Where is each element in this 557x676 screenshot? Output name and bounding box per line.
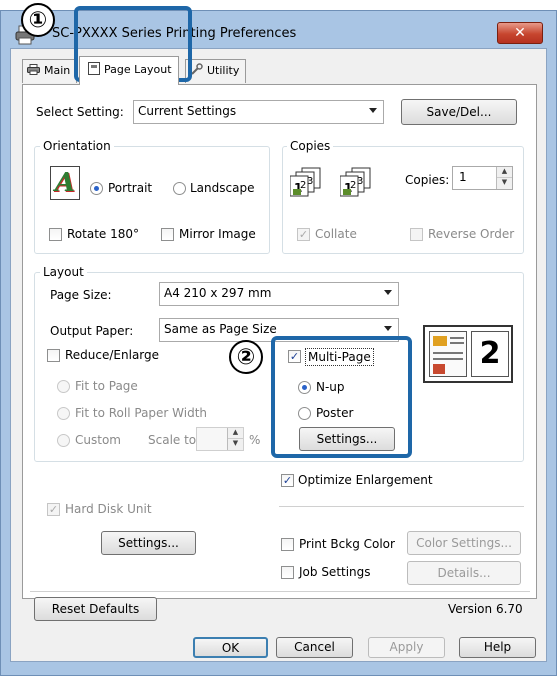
output-paper-value: Same as Page Size — [164, 322, 277, 336]
svg-text:3: 3 — [307, 176, 313, 187]
collate-pages-icon: 1 2 3 — [290, 167, 321, 197]
fit-to-page-radio[interactable] — [57, 380, 70, 393]
collate-pages-icon-2: 1 2 3 — [340, 167, 371, 197]
select-setting-combo[interactable]: Current Settings — [133, 100, 384, 124]
hard-disk-settings-button[interactable]: Settings... — [101, 531, 196, 555]
reduce-enlarge-label: Reduce/Enlarge — [65, 348, 160, 362]
custom-radio[interactable] — [57, 434, 70, 447]
page-size-value: A4 210 x 297 mm — [164, 286, 272, 300]
multipage-preview: 2 — [423, 325, 513, 383]
scale-spin-buttons[interactable]: ▲ ▼ — [227, 428, 243, 450]
preview-page-2: 2 — [471, 331, 509, 377]
divider — [279, 506, 524, 507]
tab-utility[interactable]: Utility — [185, 59, 247, 83]
divider — [30, 591, 530, 592]
page-size-label: Page Size: — [50, 288, 112, 302]
copies-value: 1 — [459, 170, 467, 184]
tab-main[interactable]: Main — [22, 59, 78, 83]
chevron-down-icon — [369, 108, 377, 113]
portrait-preview-letter: A — [54, 168, 76, 198]
job-settings-checkbox[interactable] — [281, 566, 294, 579]
landscape-label: Landscape — [190, 181, 255, 195]
apply-button[interactable]: Apply — [368, 637, 445, 658]
tab-main-label: Main — [44, 64, 71, 77]
landscape-radio[interactable] — [173, 182, 186, 195]
tab-page-layout[interactable]: Page Layout — [79, 56, 179, 85]
close-button[interactable]: ✕ — [497, 22, 543, 44]
save-del-button[interactable]: Save/Del... — [401, 99, 517, 125]
chevron-down-icon — [384, 326, 392, 331]
copies-label: Copies: — [405, 173, 450, 187]
optimize-enlargement-label: Optimize Enlargement — [298, 473, 433, 487]
page-layout-icon — [88, 62, 100, 75]
callout-box-2 — [271, 336, 412, 458]
hard-disk-unit-label: Hard Disk Unit — [65, 502, 152, 516]
svg-text:3: 3 — [357, 176, 363, 187]
help-button[interactable]: Help — [459, 637, 536, 658]
print-bckg-color-checkbox[interactable] — [281, 538, 294, 551]
scale-to-label: Scale to — [148, 433, 197, 447]
reset-defaults-button[interactable]: Reset Defaults — [34, 597, 157, 621]
printer-tab-icon — [27, 64, 40, 75]
layout-group-label: Layout — [40, 265, 87, 279]
tab-page-layout-label: Page Layout — [104, 63, 172, 76]
tab-utility-label: Utility — [207, 64, 240, 77]
orientation-group-label: Orientation — [40, 139, 114, 153]
color-settings-button[interactable]: Color Settings... — [407, 531, 521, 555]
rotate-180-checkbox[interactable] — [49, 228, 62, 241]
callout-number-2: ② — [229, 340, 263, 374]
select-setting-value: Current Settings — [138, 104, 237, 118]
spin-down-icon[interactable]: ▼ — [228, 439, 243, 450]
fit-to-roll-radio[interactable] — [57, 407, 70, 420]
callout-number-1: ① — [21, 3, 55, 37]
cancel-button[interactable]: Cancel — [276, 637, 353, 658]
ok-button[interactable]: OK — [193, 637, 268, 658]
collate-label: Collate — [315, 227, 357, 241]
reverse-order-label: Reverse Order — [428, 227, 515, 241]
portrait-label: Portrait — [108, 181, 153, 195]
scale-stepper[interactable]: ▲ ▼ — [196, 427, 244, 451]
details-button[interactable]: Details... — [407, 561, 521, 585]
copies-spin-buttons[interactable]: ▲ ▼ — [496, 167, 512, 189]
reduce-enlarge-checkbox[interactable] — [47, 349, 60, 362]
print-bckg-color-label: Print Bckg Color — [299, 537, 395, 551]
chevron-down-icon — [384, 290, 392, 295]
copies-group-label: Copies — [287, 139, 334, 153]
copies-stepper[interactable]: 1 ▲ ▼ — [452, 166, 513, 190]
hard-disk-unit-checkbox[interactable]: ✓ — [47, 503, 60, 516]
custom-label: Custom — [75, 433, 121, 447]
rotate-180-label: Rotate 180° — [67, 227, 140, 241]
select-setting-label: Select Setting: — [36, 105, 124, 119]
version-label: Version 6.70 — [448, 602, 523, 616]
fit-to-roll-label: Fit to Roll Paper Width — [75, 406, 208, 420]
spin-up-icon[interactable]: ▲ — [497, 167, 512, 178]
optimize-enlargement-checkbox[interactable]: ✓ — [281, 474, 294, 487]
spin-down-icon[interactable]: ▼ — [497, 178, 512, 189]
job-settings-label: Job Settings — [299, 565, 371, 579]
portrait-radio[interactable] — [90, 182, 103, 195]
fit-to-page-label: Fit to Page — [75, 379, 138, 393]
reverse-order-checkbox[interactable] — [410, 228, 423, 241]
mirror-image-checkbox[interactable] — [161, 228, 174, 241]
portrait-preview-icon: A — [50, 166, 80, 200]
percent-label: % — [249, 433, 261, 447]
mirror-image-label: Mirror Image — [179, 227, 256, 241]
preview-page-1 — [429, 331, 467, 377]
spin-up-icon[interactable]: ▲ — [228, 428, 243, 439]
output-paper-label: Output Paper: — [50, 324, 134, 338]
page-size-combo[interactable]: A4 210 x 297 mm — [159, 282, 399, 306]
collate-checkbox[interactable]: ✓ — [297, 228, 310, 241]
